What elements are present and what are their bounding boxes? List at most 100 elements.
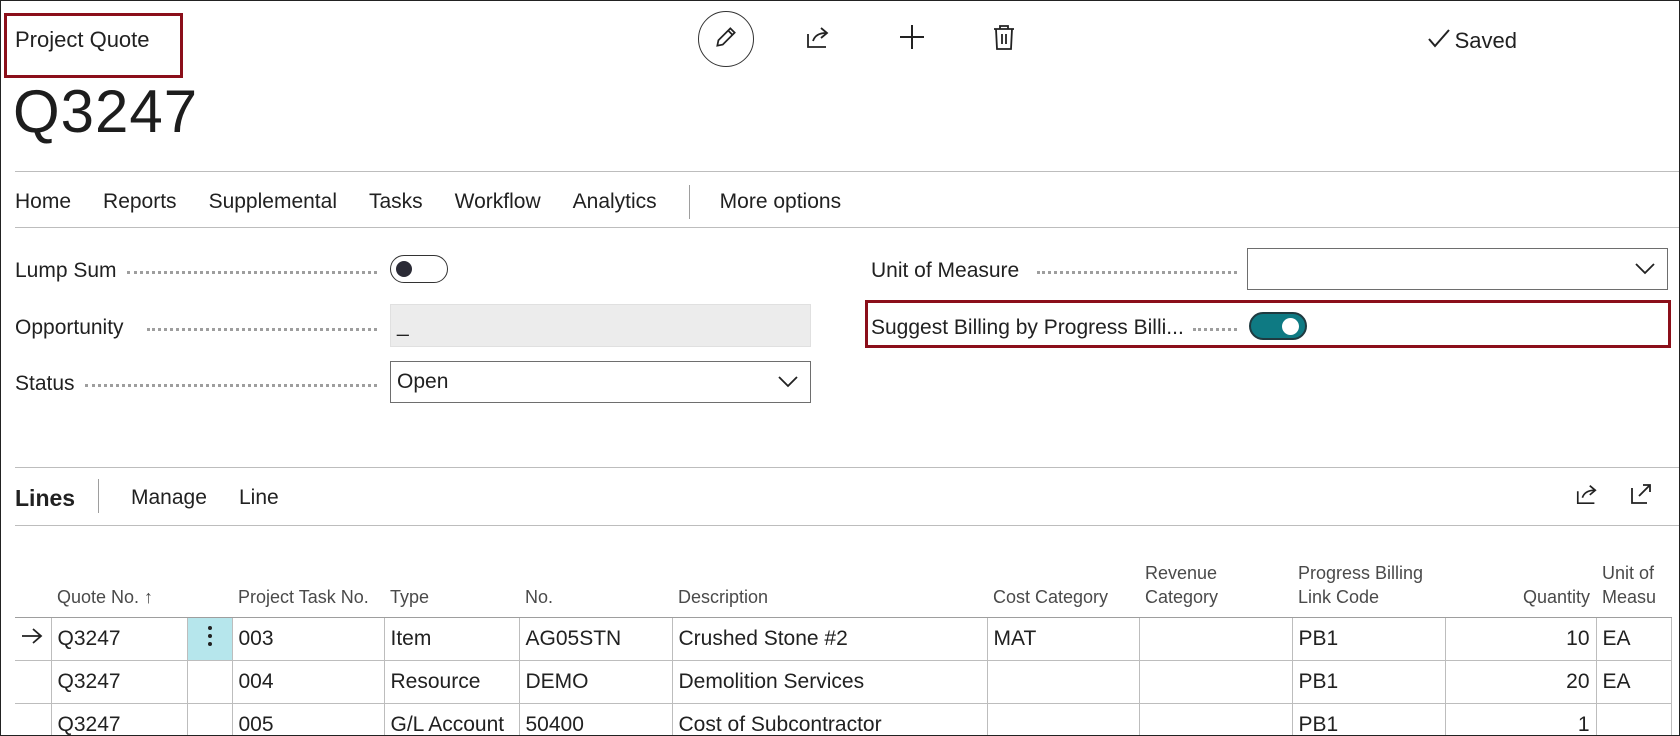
page-caption: Project Quote (15, 27, 150, 52)
cell-no[interactable]: AG05STN (518, 617, 673, 661)
cell-unit-of-measure[interactable]: EA (1595, 660, 1672, 704)
row-pointer-arrow-icon (15, 617, 52, 661)
share-icon (804, 24, 832, 55)
cell-pb-link-code[interactable]: PB1 (1291, 660, 1446, 704)
cell-quantity[interactable]: 1 (1444, 703, 1597, 735)
cell-project-task-no[interactable]: 004 (231, 660, 385, 704)
row-selector (15, 703, 52, 735)
table-header-row: Quote No. ↑ Project Task No. Type No. De… (15, 529, 1671, 618)
delete-button[interactable] (984, 19, 1024, 59)
opportunity-field[interactable]: _ (390, 304, 811, 347)
table-row[interactable]: Q3247 003 Item AG05STN Crushed Stone #2 … (15, 617, 1672, 661)
status-select[interactable]: Open (390, 361, 811, 403)
cell-revenue-category[interactable] (1138, 703, 1293, 735)
lines-divider (15, 467, 1679, 468)
col-project-task-no[interactable]: Project Task No. (232, 529, 384, 618)
toggle-knob (1282, 318, 1299, 335)
action-analytics[interactable]: Analytics (573, 190, 657, 214)
add-button[interactable] (892, 19, 932, 59)
saved-label: Saved (1454, 28, 1517, 53)
cell-project-task-no[interactable]: 005 (231, 703, 385, 735)
col-quantity[interactable]: Quantity (1445, 529, 1596, 618)
lines-share-button[interactable] (1567, 476, 1607, 516)
action-reports[interactable]: Reports (103, 190, 177, 214)
action-tasks[interactable]: Tasks (369, 190, 423, 214)
lines-expand-button[interactable] (1621, 476, 1661, 516)
opportunity-leader (147, 328, 377, 331)
cell-quote-no[interactable]: Q3247 (50, 617, 188, 661)
cell-quantity[interactable]: 10 (1444, 617, 1597, 661)
edit-icon (713, 24, 739, 55)
row-actions-menu[interactable] (186, 617, 233, 661)
col-revenue-category[interactable]: Revenue Category (1139, 529, 1292, 618)
table-row[interactable]: Q3247 005 G/L Account 50400 Cost of Subc… (15, 703, 1672, 735)
cell-description[interactable]: Cost of Subcontractor (671, 703, 988, 735)
action-supplemental[interactable]: Supplemental (209, 190, 337, 214)
col-no[interactable]: No. (519, 529, 672, 618)
edit-button[interactable] (698, 11, 754, 67)
col-select (15, 529, 51, 618)
trash-icon (992, 23, 1016, 56)
row-actions-menu[interactable] (186, 703, 233, 735)
status-leader (85, 384, 377, 387)
cell-no[interactable]: DEMO (518, 660, 673, 704)
cell-type[interactable]: Resource (383, 660, 520, 704)
suggest-billing-label: Suggest Billing by Progress Billi... (871, 316, 1184, 339)
cell-type[interactable]: Item (383, 617, 520, 661)
row-selector (15, 660, 52, 704)
action-bar: Home Reports Supplemental Tasks Workflow… (15, 184, 873, 220)
cell-project-task-no[interactable]: 003 (231, 617, 385, 661)
add-icon (898, 23, 926, 56)
cell-cost-category[interactable] (986, 660, 1140, 704)
cell-unit-of-measure[interactable]: EA (1595, 617, 1672, 661)
cell-revenue-category[interactable] (1138, 617, 1293, 661)
toggle-knob (396, 261, 412, 277)
cell-description[interactable]: Demolition Services (671, 660, 988, 704)
share-button[interactable] (798, 19, 838, 59)
unit-of-measure-leader (1037, 271, 1237, 274)
lump-sum-leader (127, 271, 377, 274)
lines-separator (98, 479, 99, 513)
action-workflow[interactable]: Workflow (455, 190, 541, 214)
suggest-billing-toggle[interactable] (1249, 312, 1307, 340)
col-description[interactable]: Description (672, 529, 987, 618)
suggest-billing-leader (1193, 328, 1237, 331)
cell-pb-link-code[interactable]: PB1 (1291, 703, 1446, 735)
cell-quote-no[interactable]: Q3247 (50, 703, 188, 735)
opportunity-label: Opportunity (15, 316, 124, 339)
col-pb-link-code[interactable]: Progress Billing Link Code (1292, 529, 1445, 618)
header-divider (15, 171, 1679, 172)
unit-of-measure-label: Unit of Measure (871, 259, 1020, 282)
unit-of-measure-select[interactable] (1247, 248, 1668, 290)
row-actions-menu[interactable] (186, 660, 233, 704)
col-type[interactable]: Type (384, 529, 519, 618)
record-title: Q3247 (13, 78, 199, 145)
action-more-options[interactable]: More options (720, 190, 841, 214)
cell-pb-link-code[interactable]: PB1 (1291, 617, 1446, 661)
cell-description[interactable]: Crushed Stone #2 (671, 617, 988, 661)
lines-action-line[interactable]: Line (239, 486, 279, 510)
cell-type[interactable]: G/L Account (383, 703, 520, 735)
actionbar-divider (15, 227, 1679, 228)
cell-cost-category[interactable]: MAT (986, 617, 1140, 661)
col-menu (187, 529, 232, 618)
cell-no[interactable]: 50400 (518, 703, 673, 735)
cell-quantity[interactable]: 20 (1444, 660, 1597, 704)
col-unit-of-measure[interactable]: Unit of Measu (1596, 529, 1671, 618)
col-quote-no[interactable]: Quote No. ↑ (51, 529, 187, 618)
check-icon (1427, 27, 1451, 55)
opportunity-value: _ (397, 313, 409, 337)
action-home[interactable]: Home (15, 190, 71, 214)
lines-header-divider (15, 525, 1679, 526)
table-row[interactable]: Q3247 004 Resource DEMO Demolition Servi… (15, 660, 1672, 704)
lump-sum-label: Lump Sum (15, 259, 117, 282)
cell-revenue-category[interactable] (1138, 660, 1293, 704)
cell-cost-category[interactable] (986, 703, 1140, 735)
col-cost-category[interactable]: Cost Category (987, 529, 1139, 618)
chevron-down-icon (778, 370, 798, 394)
saved-status: Saved (1427, 27, 1517, 55)
lump-sum-toggle[interactable] (390, 255, 448, 283)
lines-action-manage[interactable]: Manage (131, 486, 207, 510)
cell-unit-of-measure[interactable] (1595, 703, 1672, 735)
cell-quote-no[interactable]: Q3247 (50, 660, 188, 704)
